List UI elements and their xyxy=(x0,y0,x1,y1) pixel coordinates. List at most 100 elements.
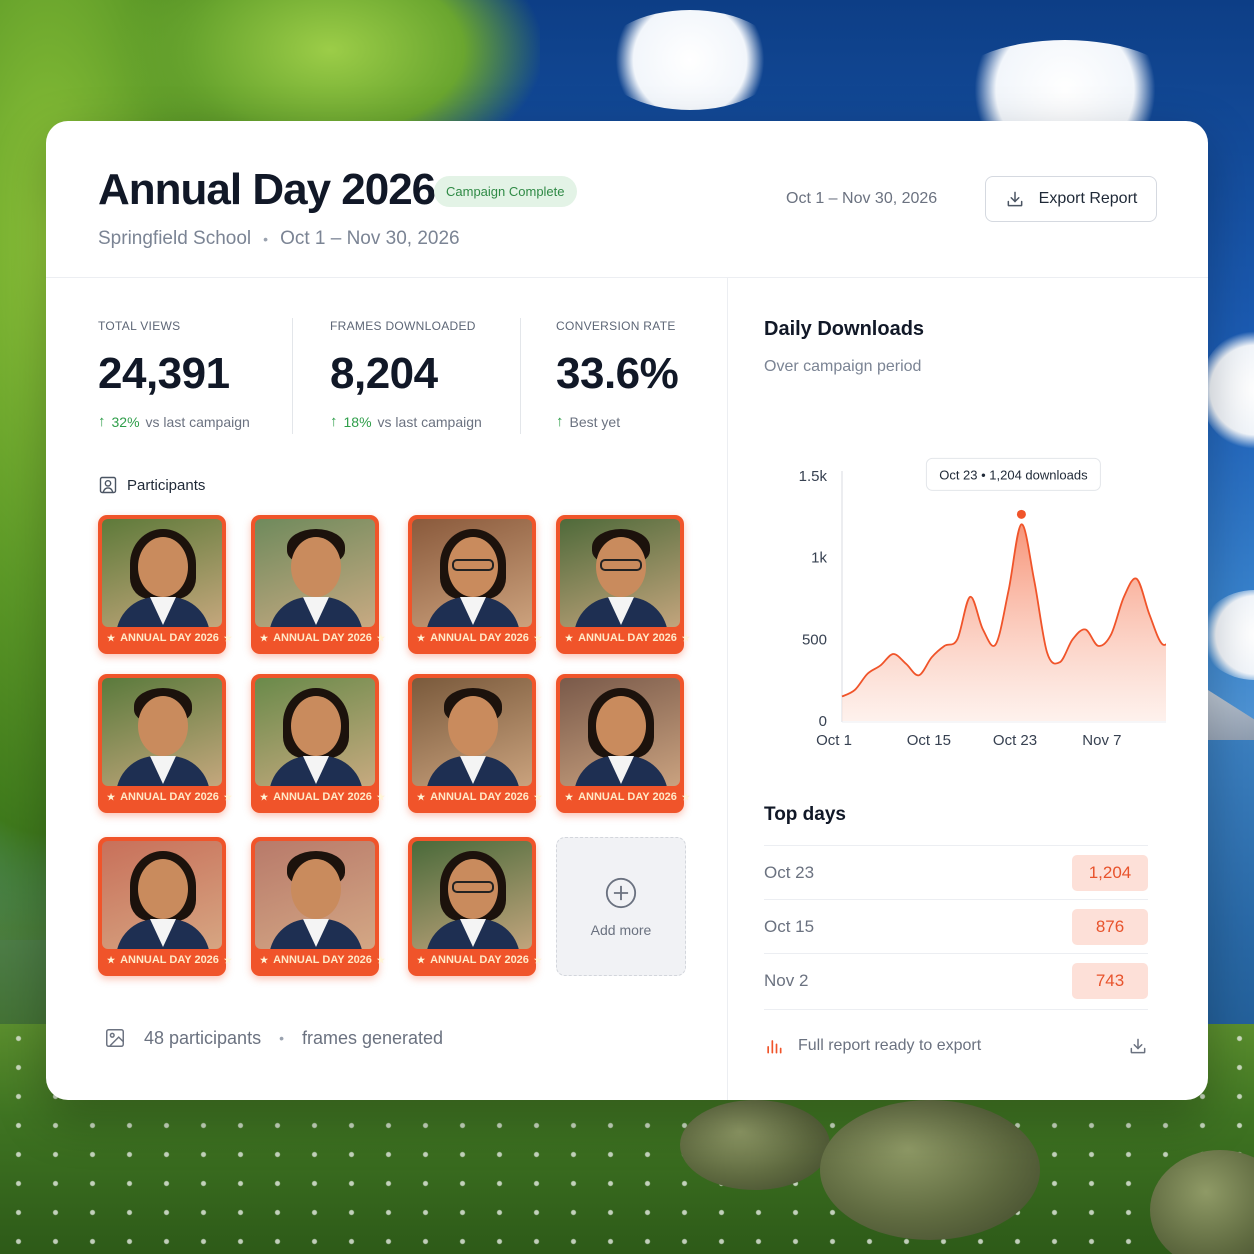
participant-photo xyxy=(255,519,375,627)
column-divider xyxy=(727,278,728,1100)
participant-tile[interactable]: ★ ANNUAL DAY 2026 ★ xyxy=(98,837,232,976)
tile-caption-text: ANNUAL DAY 2026 xyxy=(120,954,219,966)
participants-footer: 48 participants • frames generated xyxy=(104,1027,443,1049)
top-day-date: Oct 23 xyxy=(764,862,815,882)
x-tick-label: Nov 7 xyxy=(1082,732,1121,749)
tile-caption: ★ ANNUAL DAY 2026 ★ xyxy=(255,786,385,809)
tile-caption: ★ ANNUAL DAY 2026 ★ xyxy=(560,786,690,809)
stat-trend-text: Best yet xyxy=(569,413,621,430)
top-day-value: 1,204 xyxy=(1072,854,1148,891)
campaign-date-range: Oct 1 – Nov 30, 2026 xyxy=(280,228,460,249)
star-icon: ★ xyxy=(223,792,232,802)
star-icon: ★ xyxy=(223,955,232,965)
stat-trend: ↑ 18% vs last campaign xyxy=(330,413,482,430)
school-name: Springfield School xyxy=(98,228,252,249)
participant-photo xyxy=(560,678,680,786)
export-report-button[interactable]: Export Report xyxy=(985,176,1157,222)
tile-caption: ★ ANNUAL DAY 2026 ★ xyxy=(102,627,232,650)
participant-photo xyxy=(412,841,532,949)
participant-tile[interactable]: ★ ANNUAL DAY 2026 ★ xyxy=(556,515,690,654)
stat-value: 33.6% xyxy=(556,349,679,398)
campaign-dashboard-card: Annual Day 2026 Campaign Complete Spring… xyxy=(46,121,1208,1100)
star-icon: ★ xyxy=(376,633,385,643)
star-icon: ★ xyxy=(417,955,426,965)
star-icon: ★ xyxy=(260,792,269,802)
stat-frames-downloaded: FRAMES DOWNLOADED 8,204 ↑ 18% vs last ca… xyxy=(330,319,482,430)
participant-tile[interactable]: ★ ANNUAL DAY 2026 ★ xyxy=(408,515,542,654)
portrait-icon xyxy=(99,476,117,494)
participant-tile[interactable]: ★ ANNUAL DAY 2026 ★ xyxy=(98,674,232,813)
stat-label: TOTAL VIEWS xyxy=(98,319,181,333)
tile-caption: ★ ANNUAL DAY 2026 ★ xyxy=(255,627,385,650)
report-ready-text: Full report ready to export xyxy=(798,1037,982,1054)
export-report-label: Export Report xyxy=(1038,190,1138,207)
star-icon: ★ xyxy=(681,633,690,643)
participant-photo xyxy=(102,841,222,949)
arrow-up-icon: ↑ xyxy=(556,413,564,430)
participant-photo xyxy=(255,841,375,949)
tile-caption: ★ ANNUAL DAY 2026 ★ xyxy=(102,949,232,972)
tile-caption-text: ANNUAL DAY 2026 xyxy=(120,632,219,644)
plus-circle-icon xyxy=(605,877,637,908)
y-tick-label: 1k xyxy=(811,550,827,567)
participant-tile[interactable]: ★ ANNUAL DAY 2026 ★ xyxy=(251,674,385,813)
stat-trend-text: vs last campaign xyxy=(145,413,250,430)
participant-tile[interactable]: ★ ANNUAL DAY 2026 ★ xyxy=(98,515,232,654)
top-days-title: Top days xyxy=(764,804,846,825)
download-icon xyxy=(1007,191,1023,207)
participant-count: 48 participants xyxy=(144,1027,262,1048)
star-icon: ★ xyxy=(107,792,116,802)
star-icon: ★ xyxy=(260,955,269,965)
participant-tile[interactable]: ★ ANNUAL DAY 2026 ★ xyxy=(251,837,385,976)
page-title: Annual Day 2026 xyxy=(98,165,436,214)
stat-trend: ↑ Best yet xyxy=(556,413,678,430)
y-tick-label: 500 xyxy=(802,631,827,648)
participant-tile[interactable]: ★ ANNUAL DAY 2026 ★ xyxy=(251,515,385,654)
participant-tile[interactable]: ★ ANNUAL DAY 2026 ★ xyxy=(556,674,690,813)
top-day-row: Oct 15 876 xyxy=(764,899,1148,953)
tile-caption: ★ ANNUAL DAY 2026 ★ xyxy=(412,786,542,809)
participant-tile[interactable]: ★ ANNUAL DAY 2026 ★ xyxy=(408,837,542,976)
star-icon: ★ xyxy=(260,633,269,643)
add-more-button[interactable]: Add more xyxy=(556,837,686,976)
y-tick-label: 1.5k xyxy=(799,468,828,485)
stat-trend-percent: 18% xyxy=(343,413,372,430)
chart-tooltip-text: Oct 23 • 1,204 downloads xyxy=(939,467,1088,482)
date-range-picker[interactable]: Oct 1 – Nov 30, 2026 xyxy=(786,190,937,208)
status-badge: Campaign Complete xyxy=(434,176,577,207)
top-day-value: 876 xyxy=(1072,908,1148,945)
tile-caption-text: ANNUAL DAY 2026 xyxy=(430,954,529,966)
cloud xyxy=(600,10,780,110)
stat-label: FRAMES DOWNLOADED xyxy=(330,319,476,333)
tile-caption-text: ANNUAL DAY 2026 xyxy=(273,954,372,966)
y-tick-label: 0 xyxy=(819,713,827,730)
x-tick-label: Oct 15 xyxy=(907,732,951,749)
star-icon: ★ xyxy=(565,792,574,802)
daily-downloads-chart[interactable]: 0 500 1k 1.5k Oct 23 • 1,204 downloads Oct 1 O… xyxy=(736,421,1166,771)
top-days-list: Oct 23 1,204 Oct 15 876 Nov 2 743 xyxy=(764,845,1148,1007)
stat-value: 24,391 xyxy=(98,349,230,398)
stat-label: CONVERSION RATE xyxy=(556,319,676,333)
arrow-up-icon: ↑ xyxy=(98,413,106,430)
chart-subtitle: Over campaign period xyxy=(764,358,922,375)
participant-photo xyxy=(102,678,222,786)
tile-caption-text: ANNUAL DAY 2026 xyxy=(578,791,677,803)
star-icon: ★ xyxy=(376,792,385,802)
star-icon: ★ xyxy=(417,792,426,802)
frames-generated-text: frames generated xyxy=(301,1027,444,1048)
cloud xyxy=(1200,330,1254,450)
participants-heading-label: Participants xyxy=(127,476,206,494)
bar-chart-icon xyxy=(767,1040,782,1054)
download-icon[interactable] xyxy=(1128,1036,1148,1056)
stat-trend-text: vs last campaign xyxy=(377,413,482,430)
tile-caption: ★ ANNUAL DAY 2026 ★ xyxy=(412,627,542,650)
participant-tile[interactable]: ★ ANNUAL DAY 2026 ★ xyxy=(408,674,542,813)
participant-photo xyxy=(255,678,375,786)
participant-photo xyxy=(102,519,222,627)
star-icon: ★ xyxy=(533,955,542,965)
star-icon: ★ xyxy=(533,792,542,802)
stat-value: 8,204 xyxy=(330,349,438,398)
top-day-row: Nov 2 743 xyxy=(764,953,1148,1007)
star-icon: ★ xyxy=(533,633,542,643)
tile-caption: ★ ANNUAL DAY 2026 ★ xyxy=(560,627,690,650)
